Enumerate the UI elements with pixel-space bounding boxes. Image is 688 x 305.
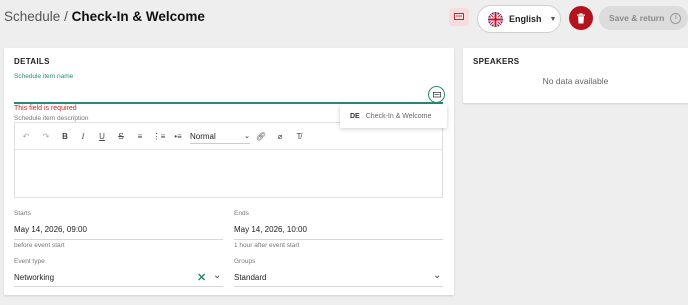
groups-select[interactable]: Standard (234, 273, 266, 282)
translate-icon (432, 91, 441, 97)
ends-input[interactable]: May 14, 2026, 10:00 (234, 225, 307, 234)
translation-lang-code: DE (350, 112, 360, 120)
trash-icon (577, 12, 585, 23)
italic-icon[interactable]: I (76, 129, 90, 143)
format-select-value: Normal (190, 131, 216, 141)
delete-button[interactable] (569, 6, 593, 30)
editor-content[interactable] (15, 150, 442, 198)
name-input[interactable] (14, 86, 424, 98)
event-type-underline (14, 286, 223, 287)
save-return-label: Save & return (609, 13, 665, 23)
starts-label: Starts (14, 210, 31, 217)
ends-hint: 1 hour after event start (234, 242, 300, 249)
ends-underline (234, 239, 443, 240)
translate-button[interactable] (449, 8, 469, 26)
translate-icon (454, 13, 464, 20)
groups-label: Groups (234, 258, 256, 265)
chevron-down-icon: ⌄ (244, 133, 250, 140)
breadcrumb: Schedule / Check-In & Welcome (4, 9, 205, 24)
chevron-down-icon[interactable]: ⌄ (433, 270, 441, 281)
strikethrough-icon[interactable]: S (114, 129, 128, 143)
bullet-list-icon[interactable]: •≡ (171, 129, 185, 143)
name-error: This field is required (14, 105, 77, 112)
undo-icon[interactable]: ↶ (19, 129, 33, 143)
top-bar: Schedule / Check-In & Welcome English ▼ (0, 0, 688, 40)
uk-flag-icon (488, 11, 503, 27)
translation-value: Check-In & Welcome (365, 112, 432, 120)
clear-format-icon[interactable]: T̸ (292, 129, 306, 143)
underline-icon[interactable]: U (95, 129, 109, 143)
clear-icon[interactable]: ✕ (197, 271, 206, 284)
translations-popup[interactable]: DE Check-In & Welcome (340, 104, 447, 128)
groups-underline (234, 286, 443, 287)
info-icon: i (670, 12, 682, 24)
format-select[interactable]: Normal ⌄ (190, 129, 250, 144)
name-label: Schedule item name (14, 73, 74, 80)
ordered-list-icon[interactable]: ⋮≡ (152, 129, 166, 143)
breadcrumb-separator: / (64, 9, 68, 24)
chevron-down-icon: ▼ (549, 15, 557, 23)
starts-underline (14, 239, 223, 240)
translations-button[interactable] (428, 86, 445, 103)
redo-icon[interactable]: ↷ (39, 129, 53, 143)
page-title: Check-In & Welcome (71, 9, 205, 24)
bold-icon[interactable]: B (58, 129, 72, 143)
align-left-icon[interactable]: ≡ (133, 129, 147, 143)
event-type-label: Event type (14, 258, 45, 265)
language-label: English (509, 14, 542, 24)
event-type-select[interactable]: Networking (14, 273, 54, 282)
attachment-icon[interactable]: ⌀ (273, 129, 287, 143)
speakers-empty: No data available (542, 76, 609, 86)
description-editor: ↶ ↷ B I U S ≡ ⋮≡ •≡ Normal ⌄ 🔗︎ ⌀ T̸ (14, 122, 443, 198)
details-title: DETAILS (14, 57, 50, 66)
starts-input[interactable]: May 14, 2026, 09:00 (14, 225, 87, 234)
speakers-title: SPEAKERS (473, 57, 520, 66)
link-icon[interactable]: 🔗︎ (254, 129, 268, 143)
language-selector[interactable]: English ▼ (477, 5, 561, 33)
details-card: DETAILS Schedule item name This field is… (4, 48, 454, 295)
save-return-button[interactable]: Save & return i (599, 6, 688, 30)
ends-label: Ends (234, 210, 249, 217)
speakers-card: SPEAKERS No data available (463, 48, 688, 103)
breadcrumb-root[interactable]: Schedule (4, 9, 60, 24)
description-label: Schedule item description (14, 115, 89, 122)
chevron-down-icon[interactable]: ⌄ (213, 270, 221, 281)
starts-hint: before event start (14, 242, 65, 249)
